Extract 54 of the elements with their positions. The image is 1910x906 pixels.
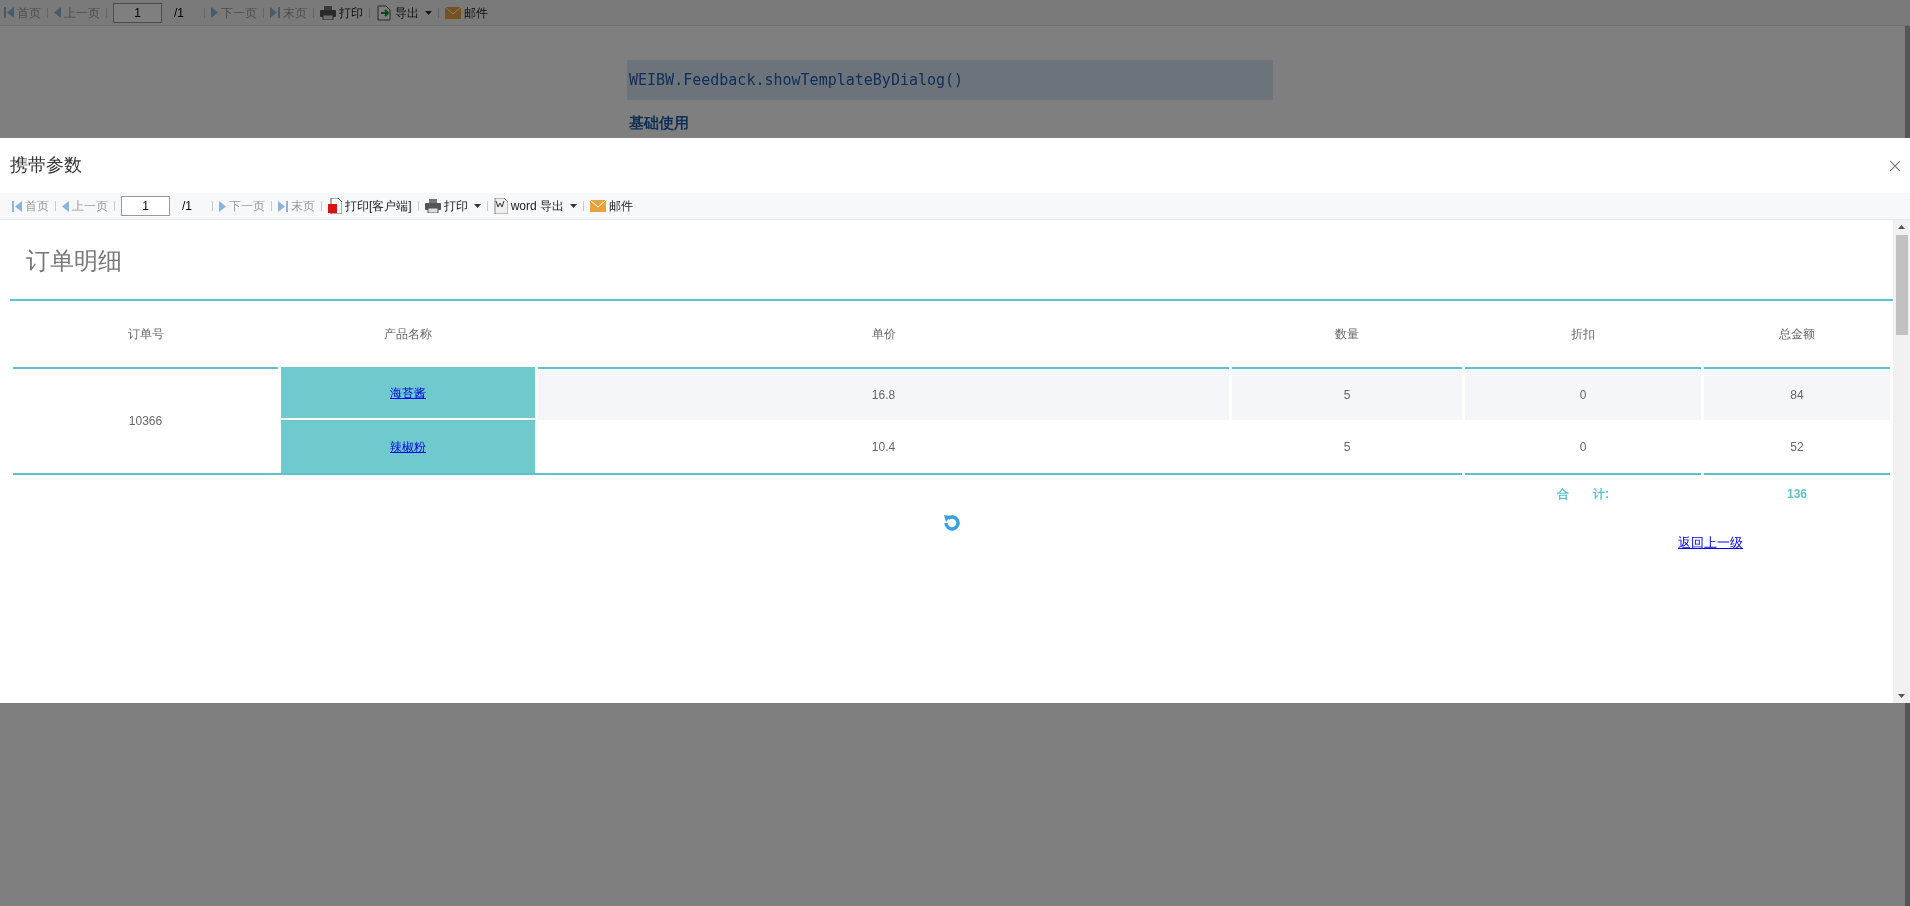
toolbar-button[interactable]: 打印[客户端] bbox=[328, 197, 412, 215]
product-link[interactable]: 辣椒粉 bbox=[390, 439, 426, 454]
column-header: 数量 bbox=[1334, 326, 1360, 343]
envelope-icon bbox=[590, 200, 607, 212]
first-page-icon bbox=[4, 7, 14, 18]
column-header: 订单号 bbox=[126, 326, 165, 343]
back-link[interactable]: 返回上一级 bbox=[1678, 533, 1743, 553]
table-cell: 16.8 bbox=[538, 367, 1229, 420]
word-document-icon bbox=[493, 198, 508, 214]
table-cell: 0 bbox=[1465, 367, 1701, 420]
table-cell: 84 bbox=[1704, 367, 1890, 420]
envelope-icon bbox=[445, 6, 461, 19]
page-number-field[interactable]: 1 bbox=[121, 196, 170, 216]
scroll-up-icon[interactable] bbox=[1898, 225, 1905, 229]
toolbar-button[interactable]: 打印 bbox=[320, 3, 363, 22]
printer-icon bbox=[320, 5, 336, 20]
page-total: /1 bbox=[174, 4, 184, 22]
printer-icon bbox=[424, 199, 441, 213]
product-link[interactable]: 海苔酱 bbox=[390, 385, 426, 400]
caret-icon bbox=[570, 204, 578, 208]
page-total: /1 bbox=[182, 198, 192, 215]
toolbar-button[interactable]: word 导出 bbox=[493, 197, 578, 215]
toolbar-button[interactable]: 打印 bbox=[424, 197, 481, 215]
previous-icon bbox=[62, 200, 69, 212]
total-amount: 136 bbox=[1787, 487, 1807, 501]
total-label: 合 计: bbox=[1557, 487, 1609, 501]
caret-icon bbox=[425, 10, 432, 15]
document-icon bbox=[328, 198, 342, 214]
column-header: 单价 bbox=[870, 326, 897, 343]
dialog-title: 携带参数 bbox=[10, 154, 82, 177]
column-header: 总金额 bbox=[1778, 326, 1816, 343]
next-icon bbox=[219, 200, 226, 212]
column-header: 折扣 bbox=[1570, 326, 1596, 343]
previous-icon bbox=[54, 7, 61, 18]
close-icon[interactable] bbox=[1890, 160, 1900, 171]
next-icon bbox=[211, 7, 218, 18]
toolbar-button[interactable]: 邮件 bbox=[590, 197, 634, 215]
refresh-icon[interactable] bbox=[941, 513, 962, 533]
scroll-down-icon[interactable] bbox=[1898, 694, 1905, 698]
last-page-icon bbox=[278, 200, 288, 212]
report-title: 订单明细 bbox=[26, 246, 123, 276]
scrollbar-thumb[interactable] bbox=[1895, 235, 1908, 335]
table-cell: 10366 bbox=[13, 367, 278, 473]
document-arrow-icon bbox=[376, 4, 392, 21]
toolbar-button[interactable]: 邮件 bbox=[445, 3, 488, 22]
column-header: 产品名称 bbox=[383, 326, 433, 343]
last-page-icon bbox=[270, 7, 280, 18]
section-heading: 基础使用 bbox=[628, 113, 690, 133]
first-page-icon bbox=[12, 200, 22, 212]
table-cell: 5 bbox=[1232, 367, 1462, 420]
page-number-field[interactable]: 1 bbox=[113, 2, 162, 23]
toolbar-button[interactable]: 导出 bbox=[376, 3, 432, 22]
code-block: WEIBW.Feedback.showTemplateByDialog() bbox=[627, 60, 1273, 100]
caret-icon bbox=[473, 204, 481, 208]
